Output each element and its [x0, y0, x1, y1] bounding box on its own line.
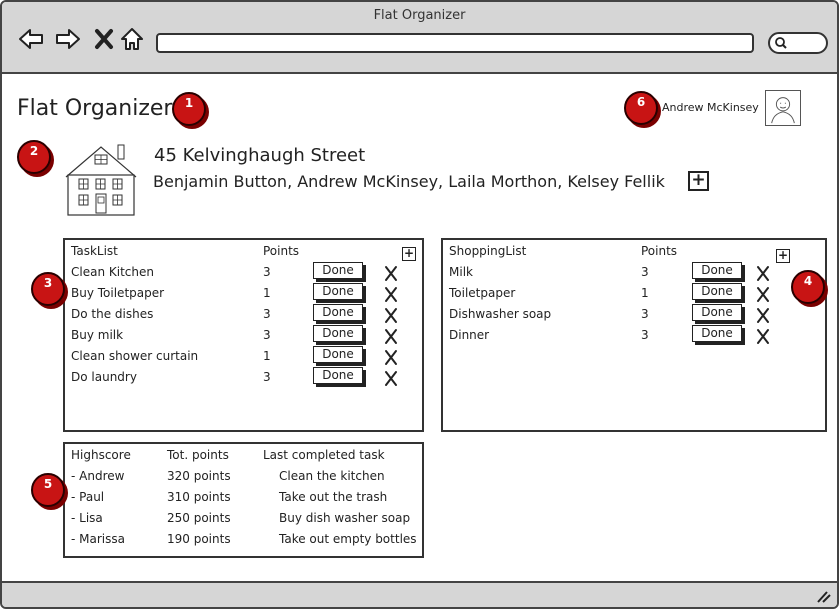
home-button[interactable]	[119, 26, 145, 52]
highscore-panel: Highscore Tot. points Last completed tas…	[63, 442, 424, 558]
shopping-item-name: Dinner	[449, 328, 490, 342]
delete-icon[interactable]	[756, 328, 770, 345]
delete-icon[interactable]	[384, 328, 398, 345]
shopping-item-points: 3	[641, 328, 649, 342]
delete-icon[interactable]	[384, 286, 398, 303]
delete-icon[interactable]	[384, 349, 398, 366]
task-points: 3	[263, 370, 271, 384]
add-task-button[interactable]: +	[402, 247, 416, 261]
task-name: Do laundry	[71, 370, 137, 384]
resize-icon[interactable]	[815, 589, 831, 603]
shopping-points-header: Points	[641, 244, 678, 258]
highscore-name: - Lisa	[71, 511, 103, 525]
highscore-name: - Marissa	[71, 532, 125, 546]
annotation-marker-1: 1	[172, 92, 206, 126]
task-name: Buy milk	[71, 328, 124, 342]
highscore-points: 310 points	[167, 490, 231, 504]
task-name: Clean Kitchen	[71, 265, 154, 279]
home-icon	[121, 28, 143, 50]
highscore-name: - Paul	[71, 490, 105, 504]
delete-icon[interactable]	[756, 286, 770, 303]
shopping-done-button[interactable]: Done	[692, 304, 742, 321]
address-bar[interactable]	[156, 33, 754, 53]
task-done-button[interactable]: Done	[313, 346, 363, 363]
annotation-marker-3: 3	[31, 272, 65, 306]
task-name: Buy Toiletpaper	[71, 286, 165, 300]
shopping-list-panel: ShoppingList Points + Milk 3 Done Toiletpap…	[441, 238, 827, 432]
shopping-item-points: 3	[641, 307, 649, 321]
highscore-last-task: Buy dish washer soap	[279, 511, 411, 525]
task-list-header: TaskList	[71, 244, 118, 258]
shopping-item-name: Dishwasher soap	[449, 307, 552, 321]
shopping-done-button[interactable]: Done	[692, 262, 742, 279]
window-title: Flat Organizer	[373, 8, 466, 23]
task-name: Clean shower curtain	[71, 349, 199, 363]
shopping-item-points: 3	[641, 265, 649, 279]
delete-icon[interactable]	[756, 265, 770, 282]
annotation-marker-2: 2	[17, 140, 51, 174]
delete-icon[interactable]	[756, 307, 770, 324]
task-points: 1	[263, 286, 271, 300]
annotation-marker-6: 6	[624, 91, 658, 125]
highscore-header: Highscore	[71, 448, 131, 462]
highscore-last-task: Take out empty bottles	[279, 532, 417, 546]
task-done-button[interactable]: Done	[313, 325, 363, 342]
delete-icon[interactable]	[384, 265, 398, 282]
flat-members: Benjamin Button, Andrew McKinsey, Laila …	[153, 172, 665, 191]
shopping-done-button[interactable]: Done	[692, 283, 742, 300]
back-icon	[19, 29, 43, 49]
stop-button[interactable]	[91, 26, 117, 52]
highscore-points: 250 points	[167, 511, 231, 525]
delete-icon[interactable]	[384, 370, 398, 387]
highscore-last-task: Take out the trash	[279, 490, 388, 504]
title-bar: Flat Organizer	[2, 2, 837, 74]
app-title: Flat Organizer	[17, 96, 173, 121]
browser-window: Flat Organizer Flat Organizer Andrew McK…	[0, 0, 839, 609]
search-box[interactable]	[768, 32, 828, 54]
status-bar	[2, 581, 837, 607]
highscore-points: 320 points	[167, 469, 231, 483]
avatar[interactable]	[765, 90, 801, 126]
highscore-last-task: Clean the kitchen	[279, 469, 385, 483]
close-icon	[95, 29, 113, 49]
user-name: Andrew McKinsey	[662, 101, 759, 114]
task-done-button[interactable]: Done	[313, 304, 363, 321]
forward-icon	[56, 29, 80, 49]
forward-button[interactable]	[55, 26, 81, 52]
shopping-item-name: Toiletpaper	[449, 286, 516, 300]
flat-address: 45 Kelvinghaugh Street	[154, 145, 366, 166]
task-name: Do the dishes	[71, 307, 154, 321]
shopping-done-button[interactable]: Done	[692, 325, 742, 342]
task-list-panel: TaskList Points + Clean Kitchen 3 Done Buy …	[63, 238, 424, 432]
back-button[interactable]	[18, 26, 44, 52]
add-shopping-item-button[interactable]: +	[776, 249, 790, 263]
total-points-header: Tot. points	[167, 448, 229, 462]
highscore-points: 190 points	[167, 532, 231, 546]
task-points-header: Points	[263, 244, 300, 258]
add-member-button[interactable]: +	[688, 171, 709, 191]
house-icon	[65, 144, 137, 216]
task-done-button[interactable]: Done	[313, 367, 363, 384]
shopping-item-points: 1	[641, 286, 649, 300]
annotation-marker-5: 5	[31, 473, 65, 507]
task-points: 1	[263, 349, 271, 363]
shopping-item-name: Milk	[449, 265, 473, 279]
highscore-name: - Andrew	[71, 469, 125, 483]
task-done-button[interactable]: Done	[313, 262, 363, 279]
last-task-header: Last completed task	[263, 448, 385, 462]
avatar-icon	[771, 97, 795, 124]
delete-icon[interactable]	[384, 307, 398, 324]
task-points: 3	[263, 328, 271, 342]
task-done-button[interactable]: Done	[313, 283, 363, 300]
shopping-list-header: ShoppingList	[449, 244, 527, 258]
search-icon	[775, 37, 787, 49]
annotation-marker-4: 4	[791, 270, 825, 304]
task-points: 3	[263, 307, 271, 321]
task-points: 3	[263, 265, 271, 279]
